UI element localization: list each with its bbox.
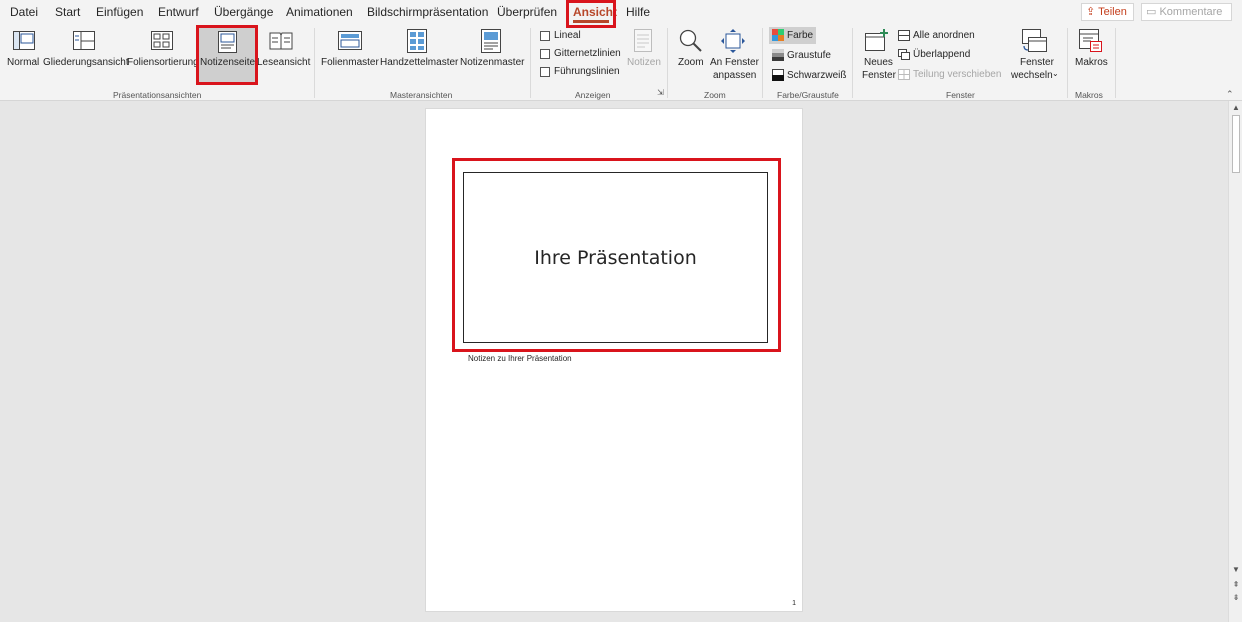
group-label-master-views: Masteransichten [390, 90, 453, 100]
switch-windows-button-line2[interactable]: wechseln [1011, 70, 1053, 81]
notes-pane-button[interactable]: Notizen [627, 57, 661, 68]
fit-to-window-button-line2[interactable]: anpassen [713, 70, 756, 81]
comments-button[interactable]: ▭ Kommentare [1141, 3, 1232, 21]
notes-page[interactable]: Ihre Präsentation Notizen zu Ihrer Präse… [425, 108, 803, 612]
tab-entwurf[interactable]: Entwurf [158, 5, 199, 19]
collapse-ribbon-icon[interactable]: ⌃ [1226, 89, 1234, 100]
share-icon: ⇪ [1086, 6, 1099, 18]
notes-page-icon[interactable] [218, 31, 237, 53]
normal-view-button[interactable]: Normal [7, 57, 39, 68]
tab-uebergaenge[interactable]: Übergänge [214, 5, 273, 19]
group-label-window: Fenster [946, 90, 975, 100]
tab-einfuegen[interactable]: Einfügen [96, 5, 143, 19]
notes-master-button[interactable]: Notizenmaster [460, 57, 524, 68]
notes-text[interactable]: Notizen zu Ihrer Präsentation [468, 354, 572, 363]
next-slide-icon[interactable]: ⇟ [1231, 593, 1241, 603]
grayscale-icon [772, 49, 784, 61]
previous-slide-icon[interactable]: ⇞ [1231, 580, 1241, 590]
cascade-button[interactable]: Überlappend [913, 49, 970, 60]
move-split-icon [898, 69, 910, 80]
share-label: Teilen [1098, 6, 1127, 18]
group-label-show: Anzeigen [575, 90, 611, 100]
slide-sorter-icon[interactable] [151, 31, 173, 50]
comments-label: Kommentare [1159, 6, 1223, 18]
slide-title: Ihre Präsentation [534, 246, 697, 269]
ruler-label: Lineal [554, 30, 581, 41]
tab-datei[interactable]: Datei [10, 5, 38, 19]
arrange-all-button[interactable]: Alle anordnen [913, 30, 975, 41]
gridlines-label: Gitternetzlinien [554, 48, 621, 59]
reading-view-button[interactable]: Leseansicht [257, 57, 310, 68]
tab-ansicht[interactable]: Ansicht [573, 5, 617, 19]
guides-label: Führungslinien [554, 66, 620, 77]
page-number: 1 [792, 600, 796, 607]
guides-checkbox[interactable] [540, 67, 550, 77]
macros-button[interactable]: Makros [1075, 57, 1108, 68]
notes-master-icon[interactable] [481, 29, 501, 53]
switch-windows-icon[interactable] [1022, 29, 1048, 53]
group-separator [762, 28, 763, 98]
group-separator [667, 28, 668, 98]
group-label-macros: Makros [1075, 90, 1103, 100]
handout-master-icon[interactable] [407, 29, 427, 53]
notes-page-button[interactable]: Notizenseite [200, 57, 255, 68]
scrollbar-thumb[interactable] [1232, 115, 1240, 173]
new-window-button-line1[interactable]: Neues [864, 57, 893, 68]
scroll-up-icon[interactable]: ▲ [1231, 103, 1241, 113]
handout-master-button[interactable]: Handzettelmaster [380, 57, 458, 68]
group-separator [852, 28, 853, 98]
slide-master-button[interactable]: Folienmaster [321, 57, 379, 68]
black-white-button[interactable]: Schwarzweiß [787, 70, 846, 81]
document-workspace: Ihre Präsentation Notizen zu Ihrer Präse… [0, 101, 1228, 622]
fit-to-window-button-line1[interactable]: An Fenster [710, 57, 759, 68]
slide-sorter-button[interactable]: Foliensortierung [127, 57, 199, 68]
comment-icon: ▭ [1146, 6, 1160, 18]
group-label-presentation-views: Präsentationsansichten [113, 90, 202, 100]
menu-tab-bar: Datei Start Einfügen Entwurf Übergänge A… [0, 0, 1242, 24]
cascade-icon [898, 49, 910, 60]
tab-animationen[interactable]: Animationen [286, 5, 353, 19]
slide-master-icon[interactable] [338, 31, 362, 50]
tab-bildschirmpraesentation[interactable]: Bildschirmpräsentation [367, 5, 488, 19]
group-separator [314, 28, 315, 98]
group-separator [1067, 28, 1068, 98]
grayscale-button[interactable]: Graustufe [787, 50, 831, 61]
outline-view-icon[interactable] [73, 31, 95, 50]
macros-icon[interactable] [1079, 29, 1103, 53]
ribbon: Normal Gliederungsansicht Foliensortieru… [0, 24, 1242, 101]
share-button[interactable]: ⇪ Teilen [1081, 3, 1134, 21]
zoom-button[interactable]: Zoom [678, 57, 704, 68]
chevron-down-icon[interactable]: ⌄ [1052, 69, 1059, 78]
ruler-checkbox[interactable] [540, 31, 550, 41]
color-swatch-icon [772, 29, 784, 41]
fit-to-window-icon[interactable] [721, 29, 745, 53]
group-label-zoom: Zoom [704, 90, 726, 100]
switch-windows-button-line1[interactable]: Fenster [1020, 57, 1054, 68]
scroll-down-icon[interactable]: ▼ [1231, 565, 1241, 575]
vertical-scrollbar[interactable]: ▲ ▼ ⇞ ⇟ [1228, 101, 1242, 622]
tab-start[interactable]: Start [55, 5, 80, 19]
arrange-all-icon [898, 30, 910, 41]
notes-pane-icon[interactable] [634, 29, 652, 52]
outline-view-button[interactable]: Gliederungsansicht [43, 57, 129, 68]
tab-hilfe[interactable]: Hilfe [626, 5, 650, 19]
group-separator [530, 28, 531, 98]
active-tab-indicator [573, 20, 609, 23]
slide-thumbnail[interactable]: Ihre Präsentation [463, 172, 768, 343]
group-label-color: Farbe/Graustufe [777, 90, 839, 100]
reading-view-icon[interactable] [269, 31, 293, 50]
move-split-button[interactable]: Teilung verschieben [913, 69, 1001, 80]
group-separator [1115, 28, 1116, 98]
zoom-icon[interactable] [679, 29, 703, 55]
black-white-icon [772, 69, 784, 81]
new-window-button-line2[interactable]: Fenster [862, 70, 896, 81]
color-button[interactable]: Farbe [787, 30, 813, 41]
normal-view-icon[interactable] [13, 31, 35, 50]
tab-ueberpruefen[interactable]: Überprüfen [497, 5, 557, 19]
dialog-launcher-icon[interactable]: ⇲ [657, 88, 664, 97]
gridlines-checkbox[interactable] [540, 49, 550, 59]
new-window-icon[interactable] [865, 29, 889, 51]
